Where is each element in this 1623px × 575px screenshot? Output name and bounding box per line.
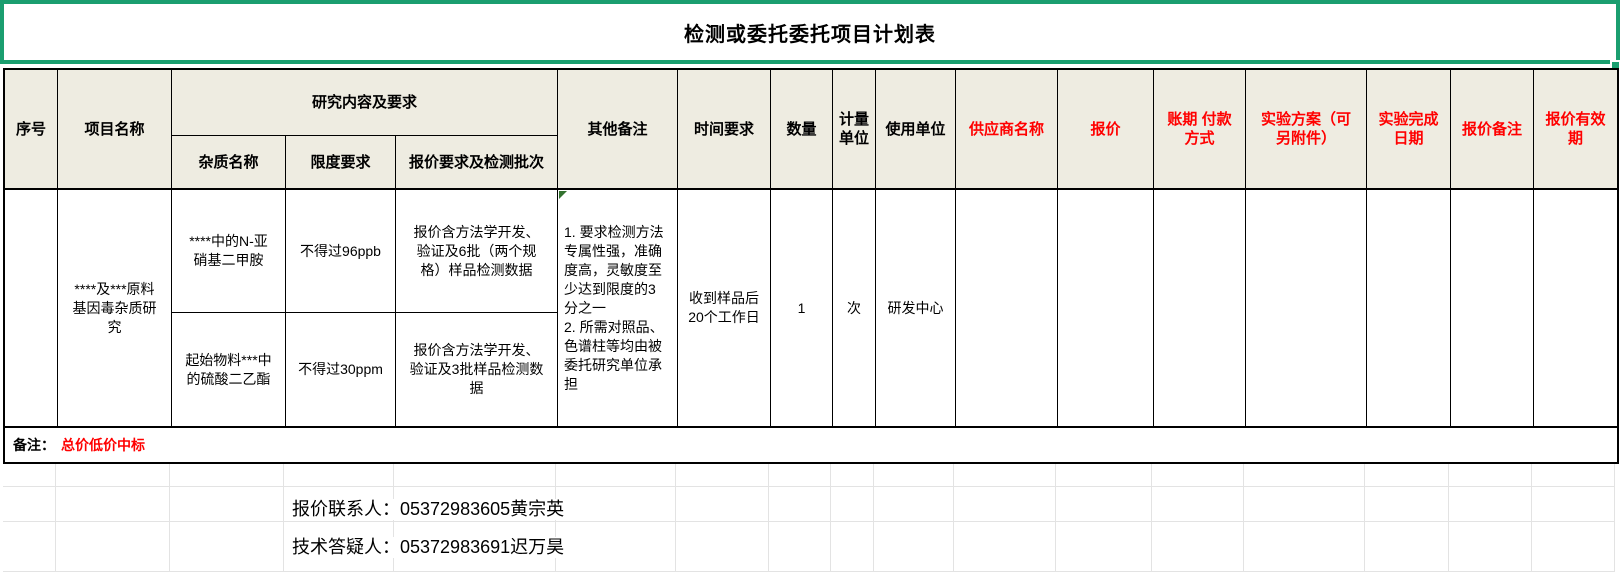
grid-cell[interactable] (676, 522, 769, 572)
selection-border: 检测或委托委托项目计划表 (0, 0, 1620, 64)
grid-cell[interactable] (3, 464, 56, 487)
grid-cell[interactable] (1056, 487, 1152, 522)
grid-cell[interactable] (874, 464, 954, 487)
header-experiment-plan[interactable]: 实验方案（可 另附件） (1246, 70, 1367, 190)
grid-cell[interactable] (831, 522, 874, 572)
grid-cell[interactable] (1152, 522, 1244, 572)
grid-cell[interactable] (1532, 464, 1615, 487)
header-impurity[interactable]: 杂质名称 (172, 136, 286, 190)
grid-cell[interactable] (1056, 522, 1152, 572)
cell-limit-2[interactable]: 不得过30ppm (286, 313, 396, 426)
grid-cell[interactable] (1056, 464, 1152, 487)
grid-cell[interactable] (1244, 487, 1365, 522)
cell-payment-terms[interactable] (1154, 190, 1246, 426)
remarks-row[interactable]: 备注： 总价低价中标 (3, 426, 1619, 464)
grid-cell[interactable] (1532, 522, 1615, 572)
grid-cell[interactable] (874, 487, 954, 522)
grid-cell[interactable] (1365, 522, 1449, 572)
grid-cell[interactable] (56, 487, 170, 522)
grid-cell[interactable] (1449, 522, 1532, 572)
grid-cell[interactable] (1244, 464, 1365, 487)
header-user-unit[interactable]: 使用单位 (876, 70, 956, 190)
cell-quote-req-1[interactable]: 报价含方法学开发、 验证及6批（两个规 格）样品检测数据 (396, 190, 558, 313)
cell-user-unit[interactable]: 研发中心 (876, 190, 956, 426)
cell-serial[interactable] (5, 190, 58, 426)
grid-cell[interactable] (676, 487, 769, 522)
grid-cell[interactable] (954, 464, 1056, 487)
grid-cell[interactable] (1365, 464, 1449, 487)
grid-cell[interactable] (56, 464, 170, 487)
cell-other-notes[interactable]: 1. 要求检测方法 专属性强，准确 度高，灵敏度至 少达到限度的3 分之一 2.… (558, 190, 678, 426)
plan-table: 序号 项目名称 研究内容及要求 杂质名称 限度要求 报价要求及检测批次 其他备注… (3, 68, 1619, 428)
quote-contact-line[interactable]: 报价联系人：05372983605黄宗英 (289, 499, 567, 520)
header-serial[interactable]: 序号 (5, 70, 58, 190)
cell-impurity-1[interactable]: ****中的N-亚 硝基二甲胺 (172, 190, 286, 313)
cell-supplier[interactable] (956, 190, 1058, 426)
grid-cell[interactable] (1449, 464, 1532, 487)
header-quote-validity[interactable]: 报价有效 期 (1534, 70, 1617, 190)
header-payment-terms[interactable]: 账期 付款 方式 (1154, 70, 1246, 190)
grid-cell[interactable] (1244, 522, 1365, 572)
header-research-group[interactable]: 研究内容及要求 (172, 70, 558, 136)
grid-cell[interactable] (1152, 487, 1244, 522)
grid-cell[interactable] (3, 487, 56, 522)
header-limit[interactable]: 限度要求 (286, 136, 396, 190)
grid-cell[interactable] (954, 487, 1056, 522)
cell-quote[interactable] (1058, 190, 1154, 426)
grid-cell[interactable] (1449, 487, 1532, 522)
header-qty[interactable]: 数量 (771, 70, 833, 190)
grid-cell[interactable] (769, 487, 831, 522)
grid-cell[interactable] (284, 464, 394, 487)
grid-cell[interactable] (3, 522, 56, 572)
header-time-req[interactable]: 时间要求 (678, 70, 771, 190)
grid-cell[interactable] (556, 464, 676, 487)
grid-cell[interactable] (170, 522, 284, 572)
grid-cell[interactable] (1532, 487, 1615, 522)
header-unit[interactable]: 计量 单位 (833, 70, 876, 190)
tech-contact-line[interactable]: 技术答疑人：05372983691迟万昊 (289, 537, 567, 558)
cell-quote-req-2[interactable]: 报价含方法学开发、 验证及3批样品检测数 据 (396, 313, 558, 426)
header-quote[interactable]: 报价 (1058, 70, 1154, 190)
cell-time-req[interactable]: 收到样品后 20个工作日 (678, 190, 771, 426)
cell-finish-date[interactable] (1367, 190, 1451, 426)
grid-cell[interactable] (556, 522, 676, 572)
grid-cell[interactable] (676, 464, 769, 487)
header-supplier[interactable]: 供应商名称 (956, 70, 1058, 190)
cell-quote-notes[interactable] (1451, 190, 1534, 426)
header-finish-date[interactable]: 实验完成 日期 (1367, 70, 1451, 190)
grid-cell[interactable] (769, 522, 831, 572)
spreadsheet: 检测或委托委托项目计划表 序号 项目名称 研究内容及要求 杂质名称 限度要求 报… (0, 0, 1623, 575)
grid-cell[interactable] (170, 487, 284, 522)
cell-impurity-2[interactable]: 起始物料***中 的硫酸二乙酯 (172, 313, 286, 426)
grid-cell[interactable] (769, 464, 831, 487)
header-quote-req[interactable]: 报价要求及检测批次 (396, 136, 558, 190)
grid-cell[interactable] (170, 464, 284, 487)
grid-cell[interactable] (874, 522, 954, 572)
cell-unit[interactable]: 次 (833, 190, 876, 426)
page-title[interactable]: 检测或委托委托项目计划表 (684, 18, 936, 47)
other-notes-text: 1. 要求检测方法 专属性强，准确 度高，灵敏度至 少达到限度的3 分之一 2.… (564, 223, 664, 394)
header-project[interactable]: 项目名称 (58, 70, 172, 190)
cell-flag-triangle-icon (559, 191, 567, 199)
cell-project-name[interactable]: ****及***原料 基因毒杂质研 究 (58, 190, 172, 426)
cell-limit-1[interactable]: 不得过96ppb (286, 190, 396, 313)
grid-cell[interactable] (1152, 464, 1244, 487)
grid-cell[interactable] (556, 487, 676, 522)
grid-cell[interactable] (394, 464, 556, 487)
grid-cell[interactable] (56, 522, 170, 572)
cell-qty[interactable]: 1 (771, 190, 833, 426)
grid-cell[interactable] (1365, 487, 1449, 522)
grid-cell[interactable] (831, 464, 874, 487)
cell-experiment-plan[interactable] (1246, 190, 1367, 426)
cell-quote-validity[interactable] (1534, 190, 1617, 426)
grid-cell[interactable] (831, 487, 874, 522)
header-other-notes[interactable]: 其他备注 (558, 70, 678, 190)
remarks-value: 总价低价中标 (61, 435, 145, 455)
grid-cell[interactable] (954, 522, 1056, 572)
remarks-label: 备注： (13, 435, 55, 455)
sheet-gridlines (3, 464, 1619, 572)
header-quote-notes[interactable]: 报价备注 (1451, 70, 1534, 190)
